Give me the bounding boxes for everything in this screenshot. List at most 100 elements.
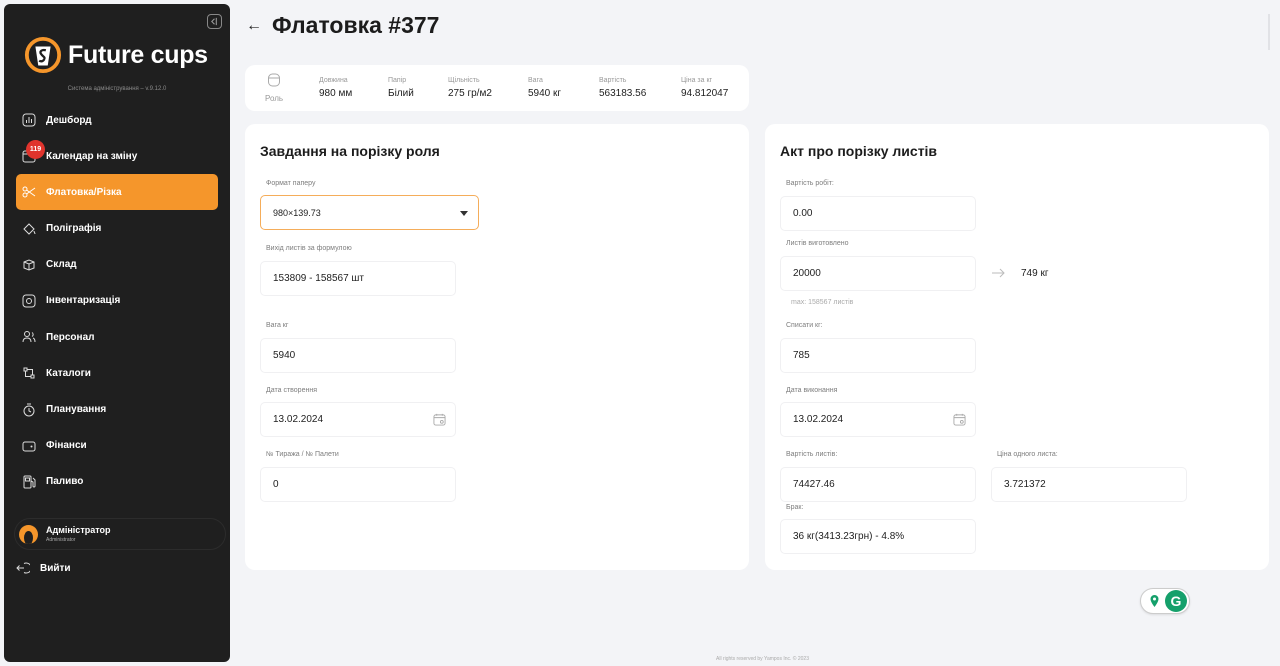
weight-field[interactable]: 5940 <box>260 338 456 373</box>
fuel-icon <box>22 475 36 489</box>
defect-value: 36 кг(3413.23грн) - 4.8% <box>793 531 905 542</box>
logout-label: Вийти <box>40 562 71 574</box>
nav-label: Поліграфія <box>46 223 102 235</box>
info-price-per-kg: Ціна за кг 94.812047 <box>681 77 728 99</box>
roll-indicator: Роль <box>265 73 283 103</box>
logout-icon <box>16 562 30 574</box>
page-title: Флатовка #377 <box>272 12 440 38</box>
work-cost-label: Вартість робіт: <box>786 180 834 187</box>
max-sheets-hint: max: 158567 листів <box>791 299 854 306</box>
output-value: 153809 - 158567 шт <box>273 273 365 284</box>
grammarly-widget[interactable]: G <box>1140 588 1190 614</box>
created-date-value: 13.02.2024 <box>273 414 324 425</box>
created-date-field[interactable]: 13.02.2024 <box>260 402 456 437</box>
main-nav: Дешборд 119 Календар на зміну Флатовка/Р… <box>16 102 218 500</box>
info-value: 563183.56 <box>599 88 647 99</box>
nav-item-warehouse[interactable]: Склад <box>16 247 218 283</box>
info-label: Вартість <box>599 77 627 84</box>
sheets-produced-field[interactable]: 20000 <box>780 256 976 291</box>
info-label: Папір <box>388 77 407 84</box>
logout-button[interactable]: Вийти <box>16 561 71 575</box>
info-label: Довжина <box>319 77 348 84</box>
weight-label: Вага кг <box>266 322 289 329</box>
brand-name: Future cups <box>68 40 208 69</box>
catalog-icon <box>22 366 36 380</box>
calendar-icon[interactable] <box>433 413 446 426</box>
nav-label: Флатовка/Різка <box>46 186 122 198</box>
batch-value: 0 <box>273 479 279 490</box>
roll-icon <box>268 73 281 87</box>
output-sheets-field[interactable]: 153809 - 158567 шт <box>260 261 456 296</box>
sheets-cost-value: 74427.46 <box>793 479 835 490</box>
sheets-cost-label: Вартість листів: <box>786 451 838 458</box>
footer-text: All rights reserved by Yampos Inc. © 202… <box>716 656 809 662</box>
box-icon <box>22 258 36 272</box>
defect-field[interactable]: 36 кг(3413.23грн) - 4.8% <box>780 519 976 554</box>
done-date-label: Дата виконання <box>786 387 838 394</box>
unit-price-field[interactable]: 3.721372 <box>991 467 1187 502</box>
nav-item-dashboard[interactable]: Дешборд <box>16 102 218 138</box>
nav-item-planning[interactable]: Планування <box>16 392 218 428</box>
calendar-icon[interactable] <box>953 413 966 426</box>
people-icon <box>22 330 36 344</box>
nav-item-inventory[interactable]: Інвентаризація <box>16 283 218 319</box>
weight-value: 5940 <box>273 350 296 361</box>
cup-logo-icon <box>24 36 62 74</box>
nav-item-calendar[interactable]: 119 Календар на зміну <box>16 138 218 174</box>
nav-item-fuel[interactable]: Паливо <box>16 464 218 500</box>
nav-label: Календар на зміну <box>46 150 138 162</box>
done-date-field[interactable]: 13.02.2024 <box>780 402 976 437</box>
info-paper: Папір Білий <box>388 77 414 99</box>
planning-icon <box>22 403 36 417</box>
sheets-cost-field[interactable]: 74427.46 <box>780 467 976 502</box>
location-pin-icon <box>1150 595 1159 607</box>
writeoff-label: Списати кг: <box>786 322 823 329</box>
nav-item-finance[interactable]: Фінанси <box>16 428 218 464</box>
version-text: Система адміністрування – v.9.12.0 <box>67 86 167 92</box>
user-profile[interactable]: Адміністратор Administrator <box>14 518 226 550</box>
notification-badge: 119 <box>26 140 45 160</box>
work-cost-value: 0.00 <box>793 208 813 219</box>
user-role: Administrator <box>46 537 76 543</box>
back-arrow-icon[interactable]: ← <box>246 17 262 35</box>
unit-price-label: Ціна одного листа: <box>997 451 1058 458</box>
nav-item-catalogs[interactable]: Каталоги <box>16 355 218 391</box>
output-label: Вихід листів за формулою <box>266 245 352 252</box>
cutting-act-card: Акт про порізку листів Вартість робіт: 0… <box>765 124 1269 570</box>
info-value: 5940 кг <box>528 88 562 99</box>
nav-label: Персонал <box>46 331 95 343</box>
collapse-sidebar-icon[interactable] <box>207 14 222 29</box>
avatar <box>19 524 38 544</box>
info-weight: Вага 5940 кг <box>528 77 561 99</box>
nav-item-personnel[interactable]: Персонал <box>16 319 218 355</box>
roll-info-strip: Роль Довжина 980 мм Папір Білий Щільніст… <box>245 65 749 111</box>
nav-label: Склад <box>46 259 77 271</box>
sheets-weight: 749 кг <box>1021 268 1049 279</box>
brand-logo[interactable]: Future cups <box>24 36 208 74</box>
nav-label: Фінанси <box>46 440 87 452</box>
sheets-label: Листів виготовлено <box>786 240 849 247</box>
writeoff-field[interactable]: 785 <box>780 338 976 373</box>
finance-icon <box>22 439 36 453</box>
user-name: Адміністратор <box>46 525 111 535</box>
info-cost: Вартість 563183.56 <box>599 77 646 99</box>
format-label: Формат паперу <box>266 180 316 187</box>
sheets-value: 20000 <box>793 268 821 279</box>
work-cost-field[interactable]: 0.00 <box>780 196 976 231</box>
batch-field[interactable]: 0 <box>260 467 456 502</box>
writeoff-value: 785 <box>793 350 810 361</box>
nav-label: Паливо <box>46 476 84 488</box>
scissors-icon <box>22 185 36 199</box>
nav-item-flatting[interactable]: Флатовка/Різка <box>16 174 218 211</box>
scrollbar[interactable] <box>1268 14 1270 50</box>
nav-item-polygraphy[interactable]: Поліграфія <box>16 211 218 247</box>
paper-format-select[interactable]: 980×139.73 <box>260 195 479 230</box>
info-length: Довжина 980 мм <box>319 77 352 99</box>
info-density: Щільність 275 гр/м2 <box>448 77 492 99</box>
paint-bucket-icon <box>22 222 36 236</box>
nav-label: Дешборд <box>46 114 92 126</box>
card-title: Завдання на порізку роля <box>260 143 440 159</box>
grammarly-icon[interactable]: G <box>1165 590 1187 612</box>
done-date-value: 13.02.2024 <box>793 414 844 425</box>
chevron-down-icon <box>460 211 468 216</box>
